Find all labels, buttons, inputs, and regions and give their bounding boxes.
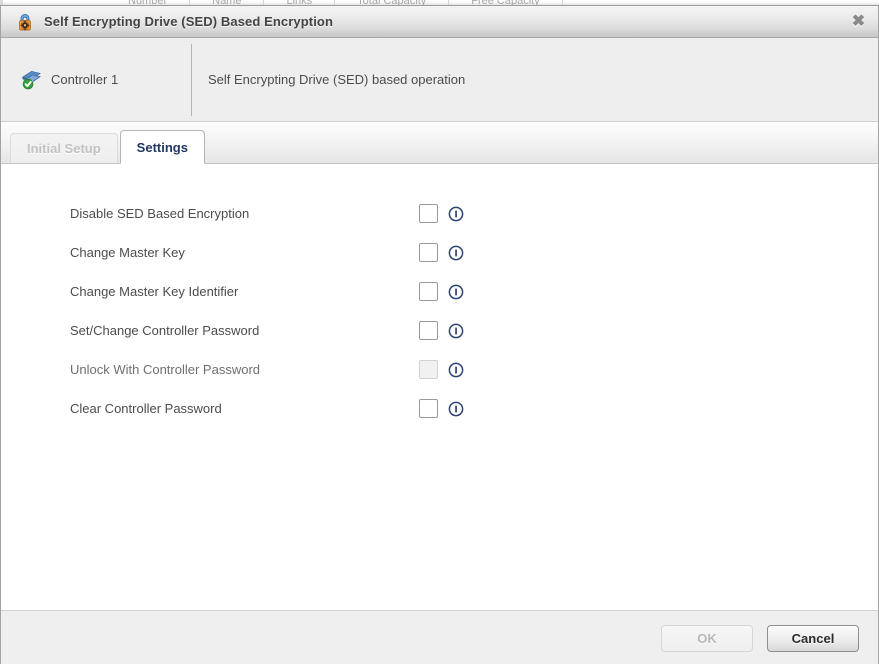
option-row: Clear Controller Password — [1, 389, 878, 428]
tab-initial-setup: Initial Setup — [10, 133, 118, 163]
cancel-button[interactable]: Cancel — [767, 625, 859, 652]
controller-label: Controller 1 — [51, 72, 118, 87]
info-icon[interactable] — [448, 206, 464, 222]
dialog-titlebar: Self Encrypting Drive (SED) Based Encryp… — [1, 6, 878, 38]
controller-section: Controller 1 — [1, 68, 191, 92]
cancel-button-label: Cancel — [792, 631, 835, 646]
info-icon[interactable] — [448, 245, 464, 261]
checkbox-unlock-with-controller-password — [419, 360, 438, 379]
option-label-change-master-key-identifier: Change Master Key Identifier — [70, 284, 238, 299]
checkbox-disable-sed[interactable] — [419, 204, 438, 223]
option-label-clear-controller-password: Clear Controller Password — [70, 401, 222, 416]
option-row: Change Master Key — [1, 233, 878, 272]
checkbox-change-master-key[interactable] — [419, 243, 438, 262]
ok-button: OK — [661, 625, 753, 652]
checkbox-clear-controller-password[interactable] — [419, 399, 438, 418]
settings-panel: Disable SED Based Encryption Change Mast… — [1, 164, 878, 610]
tab-settings-label: Settings — [137, 140, 188, 155]
info-icon[interactable] — [448, 323, 464, 339]
info-icon[interactable] — [448, 401, 464, 417]
option-row: Change Master Key Identifier — [1, 272, 878, 311]
checkbox-set-change-controller-password[interactable] — [419, 321, 438, 340]
controller-card-ok-icon — [19, 68, 43, 92]
info-icon[interactable] — [448, 362, 464, 378]
sed-encryption-dialog: Self Encrypting Drive (SED) Based Encryp… — [0, 5, 879, 664]
option-label-unlock-with-controller-password: Unlock With Controller Password — [70, 362, 260, 377]
operation-label: Self Encrypting Drive (SED) based operat… — [192, 72, 465, 87]
tab-strip: Initial Setup Settings — [1, 122, 878, 164]
screen: Number Name Links Total Capacity Free Ca… — [0, 0, 879, 664]
option-row: Disable SED Based Encryption — [1, 194, 878, 233]
tab-initial-setup-label: Initial Setup — [27, 141, 101, 156]
option-label-disable-sed: Disable SED Based Encryption — [70, 206, 249, 221]
ok-button-label: OK — [697, 631, 717, 646]
close-button[interactable]: ✖ — [839, 6, 878, 37]
option-row: Unlock With Controller Password — [1, 350, 878, 389]
dialog-title: Self Encrypting Drive (SED) Based Encryp… — [44, 14, 333, 29]
checkbox-change-master-key-identifier[interactable] — [419, 282, 438, 301]
option-label-set-change-controller-password: Set/Change Controller Password — [70, 323, 259, 338]
option-label-change-master-key: Change Master Key — [70, 245, 185, 260]
info-icon[interactable] — [448, 284, 464, 300]
dialog-header-band: Controller 1 Self Encrypting Drive (SED)… — [1, 38, 878, 122]
tab-settings[interactable]: Settings — [120, 130, 205, 164]
close-icon: ✖ — [852, 14, 865, 30]
option-row: Set/Change Controller Password — [1, 311, 878, 350]
dialog-footer: OK Cancel — [1, 610, 878, 664]
lock-gear-icon — [15, 12, 35, 32]
